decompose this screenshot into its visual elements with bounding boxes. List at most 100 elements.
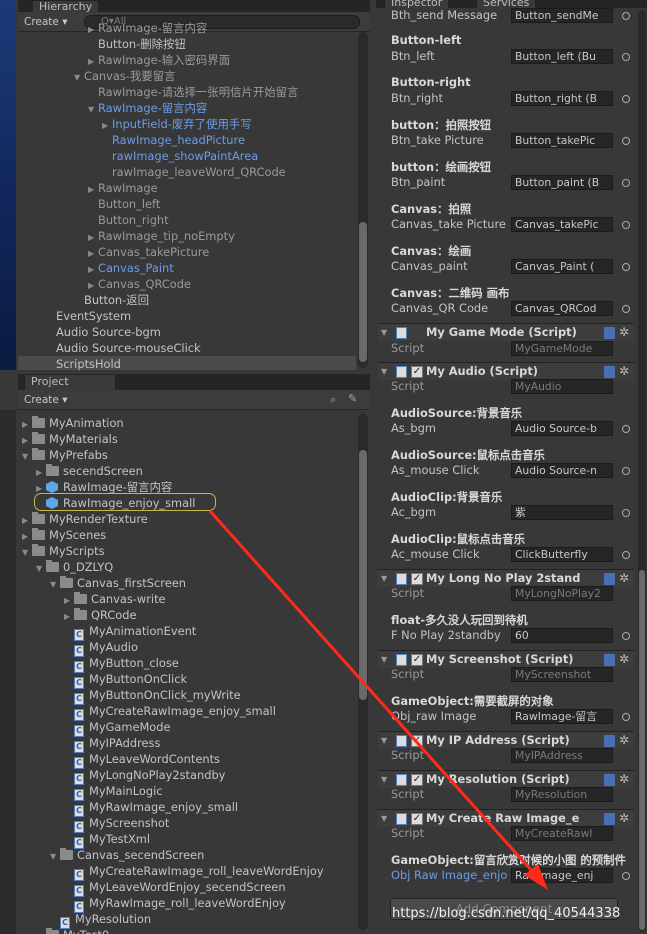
hierarchy-row[interactable]: ▶ RawImage_tip_noEmpty [18, 228, 356, 244]
object-reference-field[interactable]: Audio Source-n [511, 463, 613, 478]
hierarchy-row[interactable]: ▶ Canvas_Paint [18, 260, 356, 276]
hierarchy-row[interactable]: ▼ Canvas-我要留言 [18, 68, 356, 84]
object-reference-field[interactable]: Canvas_Paint ( [511, 259, 613, 274]
gear-icon[interactable]: ✲ [619, 364, 629, 378]
project-row[interactable]: ▶ Canvas-write [18, 591, 166, 607]
object-reference-field[interactable]: 60 [511, 628, 613, 643]
project-row[interactable]: C MyMainLogic [18, 783, 163, 801]
project-row[interactable]: C MyButtonOnClick_myWrite [18, 687, 241, 705]
hierarchy-row[interactable]: rawImage_showPaintArea [18, 148, 356, 164]
object-picker-icon[interactable] [622, 425, 630, 433]
object-reference-field[interactable]: ClickButterfly [511, 547, 613, 562]
hierarchy-row[interactable]: Button_left [18, 196, 356, 212]
object-reference-field[interactable]: Button_left (Bu [511, 49, 613, 64]
project-create-button[interactable]: Create ▾ [24, 393, 68, 407]
tab-inspector[interactable]: Inspector [384, 0, 450, 8]
object-picker-icon[interactable] [622, 551, 630, 559]
project-row[interactable]: C MyRawImage_enjoy_small [18, 799, 238, 817]
object-reference-field[interactable]: Button_sendMe [511, 8, 613, 23]
object-picker-icon[interactable] [622, 872, 630, 880]
gear-icon[interactable]: ✲ [619, 571, 629, 585]
project-row[interactable]: C MyLeaveWordEnjoy_secendScreen [18, 879, 286, 897]
object-picker-icon[interactable] [622, 632, 630, 640]
project-row[interactable]: ▼ 0_DZLYQ [18, 559, 113, 575]
hierarchy-row[interactable]: RawImage-请选择一张明信片开始留言 [18, 84, 356, 100]
project-row[interactable]: ▶ secendScreen [18, 463, 143, 479]
project-row[interactable]: ▶ MyScenes [18, 527, 106, 543]
hierarchy-row[interactable]: rawImage_leaveWord_QRCode [18, 164, 356, 180]
project-row[interactable]: C MyButtonOnClick [18, 671, 187, 689]
object-reference-field[interactable]: Button_paint (B [511, 175, 613, 190]
help-book-icon[interactable] [604, 735, 615, 747]
hierarchy-row[interactable]: ▼ RawImage-留言内容 [18, 100, 356, 116]
hierarchy-row[interactable]: EventSystem [18, 308, 356, 324]
hierarchy-row[interactable]: Audio Source-bgm [18, 324, 356, 340]
object-picker-icon[interactable] [622, 509, 630, 517]
component-header[interactable]: ▼ ✓ My IP Address (Script) ✲ [378, 731, 634, 749]
hierarchy-scrollbar[interactable] [358, 32, 368, 368]
object-picker-icon[interactable] [622, 179, 630, 187]
hierarchy-row[interactable]: Button-返回 [18, 292, 356, 308]
tab-project[interactable]: Project [24, 374, 116, 390]
help-book-icon[interactable] [604, 774, 615, 786]
object-reference-field[interactable]: Canvas_QRCod [511, 301, 613, 316]
tag-icon[interactable]: ✎ [348, 392, 357, 405]
hierarchy-scroll-thumb[interactable] [359, 222, 367, 362]
enable-checkbox[interactable]: ✓ [411, 813, 423, 825]
foldout-arrow-icon[interactable]: ▼ [381, 736, 387, 745]
foldout-arrow-icon[interactable]: ▼ [381, 367, 387, 376]
enable-checkbox[interactable]: ✓ [411, 573, 423, 585]
component-header[interactable]: ▼ My Game Mode (Script) ✲ [378, 323, 634, 341]
help-book-icon[interactable] [604, 654, 615, 666]
component-header[interactable]: ▼ ✓ My Audio (Script) ✲ [378, 362, 634, 380]
project-scroll-thumb[interactable] [359, 450, 367, 700]
object-reference-field[interactable]: RawImage_enj [511, 868, 613, 883]
gear-icon[interactable]: ✲ [619, 325, 629, 339]
hierarchy-row[interactable]: Button-删除按钮 [18, 36, 356, 52]
project-row[interactable]: C MyCreateRawImage_roll_leaveWordEnjoy [18, 863, 324, 881]
enable-checkbox[interactable]: ✓ [411, 654, 423, 666]
project-row[interactable]: C MyGameMode [18, 719, 171, 737]
enable-checkbox[interactable]: ✓ [411, 774, 423, 786]
object-picker-icon[interactable] [622, 53, 630, 61]
project-row[interactable]: ▶ MyMaterials [18, 431, 118, 447]
tab-hierarchy[interactable]: Hierarchy [32, 0, 100, 12]
project-row[interactable]: ▶ MyAnimation [18, 415, 124, 431]
hierarchy-row[interactable]: Audio Source-mouseClick [18, 340, 356, 356]
hierarchy-row[interactable]: ▶ RawImage-输入密码界面 [18, 52, 356, 68]
object-reference-field[interactable]: RawImage-留言 [511, 709, 613, 724]
hierarchy-row[interactable]: Button_right [18, 212, 356, 228]
project-row[interactable]: C MyIPAddress [18, 735, 160, 753]
component-header[interactable]: ▼ ✓ My Create Raw Image_e ✲ [378, 809, 634, 827]
object-reference-field[interactable]: Button_takePic [511, 133, 613, 148]
search-icon[interactable]: ⌕ [330, 393, 336, 407]
object-reference-field[interactable]: 紫 [511, 505, 613, 520]
foldout-arrow-icon[interactable]: ▼ [381, 814, 387, 823]
hierarchy-row[interactable]: ScriptsHold [18, 356, 356, 370]
project-row[interactable]: C MyAudio [18, 639, 138, 657]
project-row[interactable]: C MyResolution [18, 911, 151, 929]
gear-icon[interactable]: ✲ [619, 772, 629, 786]
inspector-scroll-thumb[interactable] [639, 570, 645, 930]
project-row[interactable]: ▼ MyScripts [18, 543, 105, 559]
project-row[interactable]: ▼ Canvas_secendScreen [18, 847, 204, 863]
object-picker-icon[interactable] [622, 137, 630, 145]
gear-icon[interactable]: ✲ [619, 811, 629, 825]
enable-checkbox[interactable]: ✓ [411, 735, 423, 747]
expand-arrow-icon[interactable]: ▶ [36, 929, 46, 934]
enable-checkbox[interactable]: ✓ [411, 366, 423, 378]
object-picker-icon[interactable] [622, 713, 630, 721]
foldout-arrow-icon[interactable]: ▼ [381, 328, 387, 337]
project-row[interactable]: C MyRawImage_roll_leaveWordEnjoy [18, 895, 286, 913]
component-header[interactable]: ▼ ✓ My Screenshot (Script) ✲ [378, 650, 634, 668]
object-picker-icon[interactable] [622, 263, 630, 271]
project-row[interactable]: C MyLongNoPlay2standby [18, 767, 225, 785]
gear-icon[interactable]: ✲ [619, 733, 629, 747]
project-row[interactable]: C MyLeaveWordContents [18, 751, 220, 769]
project-row[interactable]: ▶ MyTest0 [18, 927, 109, 934]
object-reference-field[interactable]: Canvas_takePic [511, 217, 613, 232]
object-reference-field[interactable]: Audio Source-b [511, 421, 613, 436]
hierarchy-row[interactable]: ▶ Canvas_QRCode [18, 276, 356, 292]
foldout-arrow-icon[interactable]: ▼ [381, 574, 387, 583]
help-book-icon[interactable] [604, 327, 615, 339]
